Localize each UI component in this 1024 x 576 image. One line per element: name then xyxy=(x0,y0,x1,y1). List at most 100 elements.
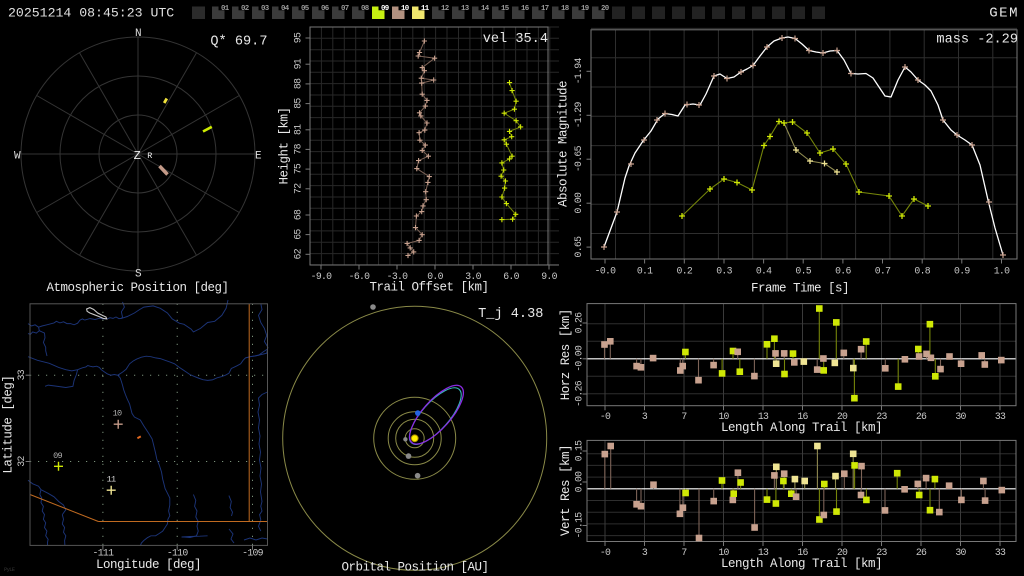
svg-text:Vert Res [km]: Vert Res [km] xyxy=(559,445,573,536)
svg-text:75: 75 xyxy=(293,163,304,174)
svg-text:15: 15 xyxy=(501,5,510,13)
svg-text:0.5: 0.5 xyxy=(795,266,811,277)
svg-text:17: 17 xyxy=(541,5,549,13)
svg-text:0.1: 0.1 xyxy=(637,266,653,277)
svg-text:05: 05 xyxy=(301,5,310,13)
svg-text:S: S xyxy=(135,269,142,281)
svg-text:Length Along Trail [km]: Length Along Trail [km] xyxy=(721,421,882,435)
svg-text:Frame Time [s]: Frame Time [s] xyxy=(751,282,849,296)
svg-text:-1.94: -1.94 xyxy=(573,58,584,85)
svg-text:-0.0: -0.0 xyxy=(595,266,617,277)
svg-text:06: 06 xyxy=(321,5,330,13)
svg-text:02: 02 xyxy=(241,5,249,13)
svg-text:-0: -0 xyxy=(600,547,611,558)
svg-text:0.26: 0.26 xyxy=(574,312,585,334)
svg-text:-0.00: -0.00 xyxy=(574,345,585,372)
svg-text:11: 11 xyxy=(107,475,116,485)
svg-text:-0.65: -0.65 xyxy=(573,145,584,172)
svg-text:Trail Offset [km]: Trail Offset [km] xyxy=(369,281,488,295)
svg-text:1.0: 1.0 xyxy=(994,266,1010,277)
svg-text:78: 78 xyxy=(293,143,304,154)
svg-text:3: 3 xyxy=(642,411,648,422)
svg-text:mass -2.29: mass -2.29 xyxy=(936,33,1018,48)
svg-text:Longitude [deg]: Longitude [deg] xyxy=(96,558,201,572)
svg-text:91: 91 xyxy=(293,58,304,69)
svg-text:-0.15: -0.15 xyxy=(574,512,585,539)
svg-text:Latitude [deg]: Latitude [deg] xyxy=(2,376,16,474)
svg-text:-6.0: -6.0 xyxy=(349,271,371,282)
svg-text:E: E xyxy=(255,150,262,162)
svg-text:vel 35.4: vel 35.4 xyxy=(483,32,548,47)
svg-text:Absolute Magnitude: Absolute Magnitude xyxy=(557,81,571,207)
svg-text:7: 7 xyxy=(681,547,687,558)
svg-text:10: 10 xyxy=(401,5,410,13)
svg-text:10: 10 xyxy=(113,408,122,418)
svg-text:65: 65 xyxy=(293,229,304,240)
svg-text:7: 7 xyxy=(681,411,687,422)
svg-text:-109: -109 xyxy=(242,548,264,559)
svg-text:33: 33 xyxy=(995,411,1006,422)
svg-text:26: 26 xyxy=(916,547,927,558)
svg-text:-111: -111 xyxy=(93,548,115,559)
svg-text:11: 11 xyxy=(421,5,430,13)
svg-text:04: 04 xyxy=(281,5,290,13)
svg-text:-9.0: -9.0 xyxy=(311,271,333,282)
svg-text:20: 20 xyxy=(601,5,610,13)
svg-text:6.0: 6.0 xyxy=(503,271,519,282)
svg-text:0.7: 0.7 xyxy=(875,266,891,277)
svg-text:0.4: 0.4 xyxy=(756,266,772,277)
svg-text:Q* 69.7: Q* 69.7 xyxy=(210,35,267,50)
svg-text:R: R xyxy=(147,151,152,161)
svg-text:12: 12 xyxy=(441,5,449,13)
svg-text:T_j 4.38: T_j 4.38 xyxy=(478,307,543,322)
svg-text:01: 01 xyxy=(221,5,230,13)
svg-text:62: 62 xyxy=(293,248,304,259)
svg-text:0.2: 0.2 xyxy=(677,266,693,277)
svg-text:07: 07 xyxy=(341,5,349,13)
svg-text:09: 09 xyxy=(381,5,389,13)
svg-text:0.00: 0.00 xyxy=(574,471,585,493)
svg-text:08: 08 xyxy=(361,5,370,13)
svg-text:PyLE: PyLE xyxy=(4,566,16,573)
svg-text:-0: -0 xyxy=(600,411,611,422)
svg-text:81: 81 xyxy=(293,124,304,135)
svg-text:85: 85 xyxy=(293,98,304,109)
svg-text:19: 19 xyxy=(581,5,589,13)
svg-text:03: 03 xyxy=(261,5,270,13)
svg-text:Atmospheric Position [deg]: Atmospheric Position [deg] xyxy=(46,281,228,295)
svg-text:32: 32 xyxy=(16,456,27,467)
svg-text:0.65: 0.65 xyxy=(573,236,584,258)
svg-text:-1.29: -1.29 xyxy=(573,102,584,129)
svg-text:N: N xyxy=(135,28,141,40)
svg-text:0.6: 0.6 xyxy=(835,266,851,277)
svg-text:Length Along Trail [km]: Length Along Trail [km] xyxy=(721,557,882,571)
svg-text:0.9: 0.9 xyxy=(954,266,970,277)
svg-text:16: 16 xyxy=(521,5,530,13)
svg-text:09: 09 xyxy=(53,451,62,461)
svg-text:30: 30 xyxy=(955,411,966,422)
svg-text:0.8: 0.8 xyxy=(914,266,930,277)
svg-text:0.3: 0.3 xyxy=(716,266,732,277)
svg-text:0.00: 0.00 xyxy=(573,192,584,214)
svg-text:18: 18 xyxy=(561,5,570,13)
svg-text:-110: -110 xyxy=(167,548,189,559)
svg-text:0.15: 0.15 xyxy=(574,440,585,462)
svg-text:33: 33 xyxy=(16,369,27,380)
svg-text:-0.26: -0.26 xyxy=(574,380,585,407)
svg-text:W: W xyxy=(14,150,21,162)
svg-text:68: 68 xyxy=(293,209,304,220)
svg-text:3: 3 xyxy=(642,547,648,558)
svg-text:95: 95 xyxy=(293,32,304,43)
svg-text:88: 88 xyxy=(293,78,304,89)
svg-text:Orbital Position [AU]: Orbital Position [AU] xyxy=(341,561,488,575)
svg-text:14: 14 xyxy=(481,5,490,13)
svg-text:72: 72 xyxy=(293,183,304,194)
svg-text:Height [km]: Height [km] xyxy=(278,107,292,184)
svg-text:33: 33 xyxy=(995,547,1006,558)
svg-text:9.0: 9.0 xyxy=(541,271,557,282)
svg-text:26: 26 xyxy=(916,411,927,422)
svg-text:13: 13 xyxy=(461,5,470,13)
svg-text:Z: Z xyxy=(134,149,141,163)
svg-text:20251214 08:45:23 UTC: 20251214 08:45:23 UTC xyxy=(8,6,174,21)
svg-text:GEM: GEM xyxy=(989,6,1019,22)
